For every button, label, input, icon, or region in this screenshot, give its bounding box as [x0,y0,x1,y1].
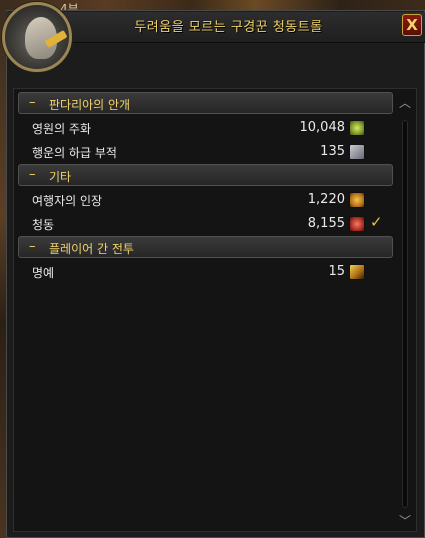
collapse-icon: – [29,239,36,254]
bronze-icon [349,216,365,232]
tracked-check-icon: ✓ [370,213,383,231]
scroll-up-arrow-icon[interactable]: ︿ [397,96,413,110]
scroll-down-arrow-icon[interactable]: ﹀ [397,514,413,528]
currency-name: 청동 [32,218,55,232]
character-portrait [2,2,72,72]
currency-count: 135 [320,144,345,159]
collapse-icon: – [29,95,36,110]
section-label: 기타 [49,170,72,184]
currency-row-honor[interactable]: 명예 15 [18,260,393,284]
currency-row-eternal-coin[interactable]: 영원의 주화 10,048 [18,116,393,140]
lucky-charm-icon [349,144,365,160]
close-button[interactable]: X [402,14,422,36]
currency-count: 8,155 [307,216,345,231]
window-title: 두려움을 모르는 구경꾼 청동트롤 [134,20,323,35]
section-label: 판다리아의 안개 [49,98,131,112]
close-icon: X [406,16,418,34]
scroll-track[interactable] [402,120,408,508]
collapse-icon: – [29,167,36,182]
traveler-seal-icon [349,192,365,208]
currency-count: 1,220 [307,192,345,207]
scrollbar[interactable]: ︿ ﹀ [397,96,413,528]
currency-row-lucky-charm[interactable]: 행운의 하급 부적 135 [18,140,393,164]
eternal-coin-icon [349,120,365,136]
currency-name: 명예 [32,266,55,280]
section-header-misc[interactable]: – 기타 [18,164,393,186]
section-header-mists-of-pandaria[interactable]: – 판다리아의 안개 [18,92,393,114]
currency-count: 15 [328,264,345,279]
currency-name: 영원의 주화 [32,122,92,136]
section-label: 플레이어 간 전투 [49,242,134,256]
currency-name: 여행자의 인장 [32,194,103,208]
section-header-pvp[interactable]: – 플레이어 간 전투 [18,236,393,258]
currency-list: – 판다리아의 안개 영원의 주화 10,048 행운의 하급 부적 135 –… [18,92,393,284]
currency-name: 행운의 하급 부적 [32,146,117,160]
currency-count: 10,048 [299,120,346,135]
honor-icon [349,264,365,280]
currency-row-travelers-seal[interactable]: 여행자의 인장 1,220 [18,188,393,212]
currency-row-bronze[interactable]: 청동 8,155 ✓ [18,212,393,236]
